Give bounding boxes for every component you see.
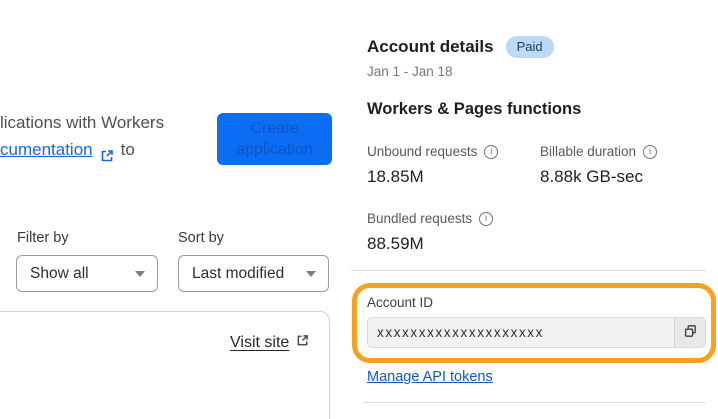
stat-label-text: Unbound requests bbox=[367, 144, 478, 159]
divider bbox=[363, 402, 706, 403]
date-range: Jan 1 - Jan 18 bbox=[367, 64, 453, 79]
divider bbox=[351, 270, 706, 271]
info-icon[interactable]: i bbox=[643, 144, 658, 159]
create-button-line2: application bbox=[236, 141, 313, 158]
account-id-label: Account ID bbox=[367, 295, 434, 310]
chevron-down-icon bbox=[135, 270, 145, 277]
create-application-button[interactable]: Create application bbox=[217, 113, 332, 165]
account-id-input[interactable] bbox=[368, 318, 674, 347]
filter-dropdown-value: Show all bbox=[30, 264, 89, 282]
intro-suffix: to bbox=[120, 140, 135, 159]
stat-value-unbound: 18.85M bbox=[367, 167, 424, 186]
intro-line-2: cumentation to bbox=[0, 136, 164, 163]
stat-label-bundled: Bundled requests i bbox=[367, 211, 494, 226]
stat-label-billable: Billable duration i bbox=[540, 144, 658, 159]
paid-plan-badge: Paid bbox=[505, 36, 554, 58]
create-button-line1: Create bbox=[250, 120, 299, 137]
functions-section-title: Workers & Pages functions bbox=[367, 100, 582, 118]
account-details-title: Account details bbox=[367, 37, 494, 56]
filter-by-label: Filter by bbox=[17, 230, 69, 246]
external-link-icon bbox=[100, 144, 114, 161]
stat-value-bundled: 88.59M bbox=[367, 234, 424, 253]
stat-label-unbound: Unbound requests i bbox=[367, 144, 499, 159]
copy-button[interactable] bbox=[674, 318, 705, 347]
stat-value-billable: 8.88k GB-sec bbox=[540, 167, 643, 186]
intro-line-1: lications with Workers bbox=[0, 113, 165, 132]
account-id-field-group bbox=[367, 317, 706, 348]
stat-label-text: Bundled requests bbox=[367, 211, 473, 226]
copy-icon bbox=[683, 324, 698, 342]
sort-dropdown[interactable]: Last modified bbox=[178, 255, 329, 292]
info-icon[interactable]: i bbox=[479, 211, 494, 226]
chevron-down-icon bbox=[306, 270, 316, 277]
info-icon[interactable]: i bbox=[484, 144, 499, 159]
filter-dropdown[interactable]: Show all bbox=[16, 255, 158, 292]
intro-text: lications with Workers cumentation to bbox=[0, 109, 164, 163]
visit-site-link[interactable]: Visit site bbox=[230, 334, 309, 352]
stat-label-text: Billable duration bbox=[540, 144, 637, 159]
workers-pages-dashboard: lications with Workers cumentation to Cr… bbox=[0, 0, 718, 419]
visit-site-label: Visit site bbox=[230, 334, 290, 351]
manage-api-tokens-link[interactable]: Manage API tokens bbox=[367, 369, 493, 385]
sort-dropdown-value: Last modified bbox=[192, 264, 285, 282]
applications-card bbox=[0, 311, 330, 419]
external-link-icon bbox=[296, 334, 309, 352]
documentation-link[interactable]: cumentation bbox=[0, 136, 93, 163]
sort-by-label: Sort by bbox=[178, 230, 224, 246]
